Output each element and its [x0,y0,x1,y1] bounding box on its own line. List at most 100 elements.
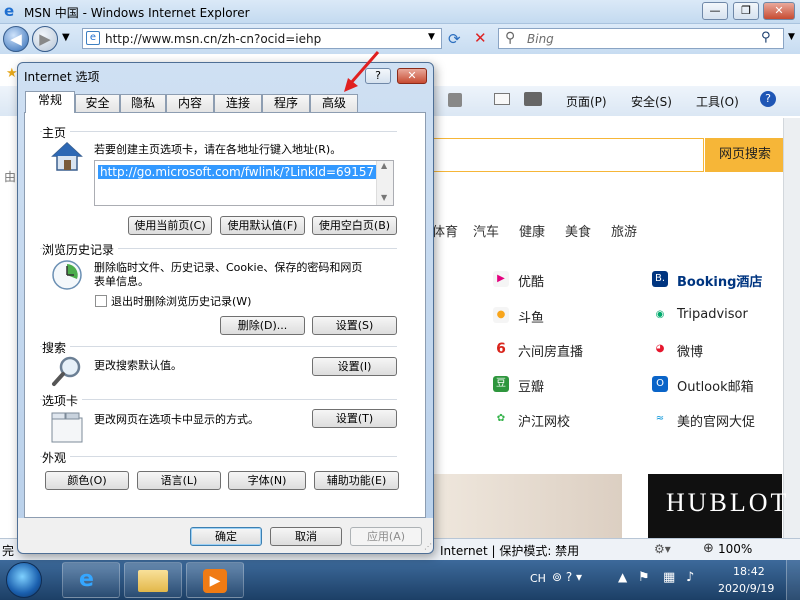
outlook-icon: O [652,376,668,392]
tray-flag-icon[interactable]: ⚑ [638,570,650,585]
site-link-hujiang[interactable]: 沪江网校 [518,411,570,430]
delete-history-button[interactable]: 删除(D)... [220,316,305,335]
protected-mode-icon[interactable]: ⚙▾ [654,542,671,556]
appearance-section-divider [40,456,397,457]
category-sports[interactable]: 体育 [432,221,458,240]
site-link-douyu[interactable]: 斗鱼 [518,307,544,326]
site-link-tripadvisor[interactable]: Tripadvisor [677,307,748,322]
use-default-button[interactable]: 使用默认值(F) [220,216,305,235]
ok-button[interactable]: 确定 [190,527,262,546]
clock-time[interactable]: 18:42 [733,565,765,578]
minimize-button[interactable]: — [702,2,728,20]
show-desktop-button[interactable] [786,560,800,600]
safety-menu[interactable]: 安全(S) [631,93,672,110]
category-auto[interactable]: 汽车 [473,221,499,240]
tabs-settings-button[interactable]: 设置(T) [312,409,397,428]
stop-icon[interactable]: ✕ [474,29,487,47]
home-description: 若要创建主页选项卡，请在各地址行键入地址(R)。 [94,143,342,156]
site-link-6rooms[interactable]: 六间房直播 [518,341,583,360]
favorites-star-icon[interactable]: ★ [6,66,18,81]
dialog-close-button[interactable]: ✕ [397,68,427,84]
page-scrollbar[interactable] [783,118,800,538]
tray-volume-icon[interactable]: ♪ [686,570,694,585]
help-icon[interactable]: ? [760,91,776,107]
apply-button[interactable]: 应用(A) [350,527,422,546]
refresh-icon[interactable]: ⟳ [448,30,461,48]
search-description: 更改搜索默认值。 [94,359,182,372]
mail-icon[interactable] [494,93,510,105]
annotation-arrow-icon [344,51,380,92]
taskbar-media-button[interactable]: ▶ [186,562,244,598]
print-icon[interactable] [524,92,542,106]
history-clock-icon [50,258,84,292]
input-language[interactable]: CH [530,572,546,585]
address-dropdown-icon[interactable]: ▼ [428,32,435,42]
cancel-button[interactable]: 取消 [270,527,342,546]
site-link-booking[interactable]: Booking酒店 [677,271,762,290]
home-page-url[interactable]: http://go.microsoft.com/fwlink/?LinkId=6… [98,165,377,179]
taskbar-explorer-button[interactable] [124,562,182,598]
tray-show-hidden-icon[interactable]: ▲ [618,570,627,584]
forward-button[interactable]: ▶ [32,26,58,52]
delete-on-exit-checkbox[interactable] [95,295,107,307]
accessibility-button[interactable]: 辅助功能(E) [314,471,399,490]
tab-privacy[interactable]: 隐私 [120,94,166,113]
textarea-scrollbar[interactable]: ▲ ▼ [376,161,393,205]
search-settings-button[interactable]: 设置(I) [312,357,397,376]
site-link-weibo[interactable]: 微博 [677,341,703,360]
dialog-title: Internet 选项 [24,70,100,84]
address-text: http://www.msn.cn/zh-cn?ocid=iehp [105,32,322,46]
taskbar-ie-button[interactable]: e [62,562,120,598]
search-placeholder: Bing [527,32,554,46]
tray-keyboard-icon[interactable]: ⊚ ? ▾ [552,570,582,584]
hublot-logo-text: HUBLOT [666,488,790,517]
page-partial-text: 由 [4,170,17,184]
site-link-midea[interactable]: 美的官网大促 [677,411,755,430]
tab-content[interactable]: 内容 [166,94,214,113]
search-dropdown-icon[interactable]: ▼ [788,32,795,42]
maximize-button[interactable]: ❐ [733,2,759,20]
tools-menu[interactable]: 工具(O) [696,93,739,110]
category-food[interactable]: 美食 [565,221,591,240]
tray-network-icon[interactable]: ▦ [663,570,675,585]
page-icon: e [86,31,100,45]
site-link-youku[interactable]: 优酷 [518,271,544,290]
scroll-up-icon[interactable]: ▲ [381,161,387,170]
search-input-strip[interactable] [432,138,704,172]
category-travel[interactable]: 旅游 [611,221,637,240]
tab-general[interactable]: 常规 [25,91,75,113]
start-button[interactable] [6,562,42,598]
page-menu[interactable]: 页面(P) [566,93,607,110]
news-photo[interactable] [432,474,622,538]
tab-connections[interactable]: 连接 [214,94,262,113]
zoom-icon[interactable]: ⊕ [703,541,714,556]
languages-button[interactable]: 语言(L) [137,471,221,490]
zoom-level[interactable]: 100% [718,542,752,556]
web-search-button[interactable]: 网页搜索 [705,138,785,172]
search-box[interactable]: ⚲ Bing ⚲ [498,28,784,49]
use-blank-button[interactable]: 使用空白页(B) [312,216,397,235]
feeds-icon[interactable] [448,93,462,107]
history-section-title: 浏览历史记录 [42,241,119,258]
site-link-douban[interactable]: 豆瓣 [518,376,544,395]
recent-pages-dropdown-icon[interactable]: ▼ [62,32,70,43]
site-link-outlook[interactable]: Outlook邮箱 [677,376,754,395]
clock-date[interactable]: 2020/9/19 [718,582,774,595]
tab-security[interactable]: 安全 [75,94,120,113]
tab-programs[interactable]: 程序 [262,94,310,113]
status-left-text: 完 [2,544,15,558]
fonts-button[interactable]: 字体(N) [228,471,306,490]
search-icon[interactable]: ⚲ [761,30,771,45]
tab-advanced[interactable]: 高级 [310,94,358,113]
category-health[interactable]: 健康 [519,221,545,240]
history-description-line1: 删除临时文件、历史记录、Cookie、保存的密码和网页 [94,261,363,274]
colors-button[interactable]: 颜色(O) [45,471,129,490]
delete-on-exit-label[interactable]: 退出时删除浏览历史记录(W) [111,295,251,308]
back-button[interactable]: ◀ [3,26,29,52]
address-bar[interactable]: e http://www.msn.cn/zh-cn?ocid=iehp ▼ [82,28,442,49]
use-current-button[interactable]: 使用当前页(C) [128,216,212,235]
history-settings-button[interactable]: 设置(S) [312,316,397,335]
folder-icon [138,570,168,592]
scroll-down-icon[interactable]: ▼ [381,193,387,202]
close-window-button[interactable]: ✕ [763,2,795,20]
